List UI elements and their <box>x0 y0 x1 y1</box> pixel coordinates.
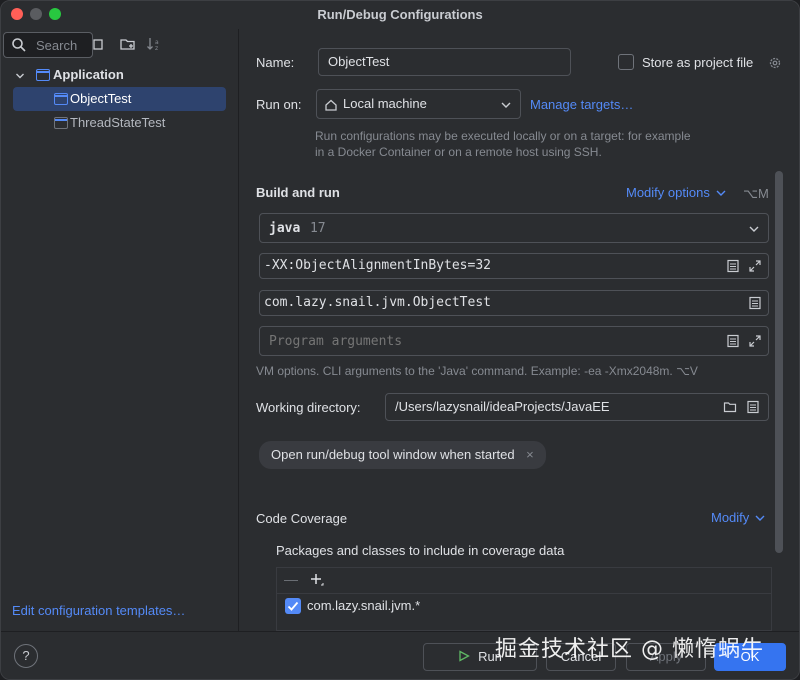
run-on-label: Run on: <box>256 97 302 112</box>
tool-window-chip-label: Open run/debug tool window when started <box>271 447 515 462</box>
help-button[interactable]: ? <box>14 644 38 668</box>
document-icon[interactable] <box>726 334 740 348</box>
coverage-modify-label: Modify <box>711 510 750 525</box>
sidebar-toolbar: az <box>93 34 163 54</box>
form-scrollbar[interactable] <box>775 171 783 553</box>
window-title: Run/Debug Configurations <box>317 7 483 22</box>
jdk-dropdown[interactable]: java 17 <box>259 213 769 243</box>
store-as-project-label: Store as project file <box>642 55 754 70</box>
manage-targets-link[interactable]: Manage targets… <box>530 97 633 112</box>
chevron-down-icon <box>501 102 511 108</box>
main-class-input[interactable]: com.lazy.snail.jvm.ObjectTest <box>259 290 769 316</box>
copy-configuration-icon[interactable] <box>93 35 111 53</box>
working-directory-label: Working directory: <box>256 400 361 415</box>
tree-item-threadstatetest[interactable]: ThreadStateTest <box>1 111 238 135</box>
document-icon[interactable] <box>726 259 740 273</box>
modify-options-shortcut: ⌥M <box>743 186 769 201</box>
coverage-table: — com.lazy.snail.jvm.* <box>276 567 772 631</box>
name-input[interactable]: ObjectTest <box>318 48 571 76</box>
tree-item-objecttest[interactable]: ObjectTest <box>13 87 226 111</box>
modify-options-link[interactable]: Modify options <box>626 185 726 200</box>
sort-icon[interactable]: az <box>145 35 163 53</box>
tool-window-chip[interactable]: Open run/debug tool window when started … <box>259 441 546 469</box>
jdk-version: 17 <box>309 221 326 236</box>
run-on-value: Local machine <box>343 96 427 111</box>
remove-icon[interactable]: — <box>284 571 298 587</box>
coverage-modify-link[interactable]: Modify <box>711 510 765 525</box>
configuration-tree: Application ObjectTest ThreadStateTest <box>1 63 238 135</box>
coverage-entry-label: com.lazy.snail.jvm.* <box>307 598 421 613</box>
tree-item-label: ObjectTest <box>70 91 132 106</box>
code-coverage-title: Code Coverage <box>256 511 348 526</box>
application-config-icon <box>54 93 68 105</box>
edit-templates-link[interactable]: Edit configuration templates… <box>12 603 185 618</box>
application-config-icon <box>54 117 68 129</box>
build-run-title: Build and run <box>256 185 340 200</box>
configurations-sidebar: az Application ObjectTest ThreadStateTes… <box>1 29 239 631</box>
name-label: Name: <box>256 55 295 70</box>
tree-group-application[interactable]: Application <box>1 63 238 87</box>
vm-options-hint: VM options. CLI arguments to the 'Java' … <box>256 364 698 378</box>
title-bar: Run/Debug Configurations <box>1 1 799 29</box>
run-debug-dialog: Run/Debug Configurations az <box>0 0 800 680</box>
run-on-hint: Run configurations may be executed local… <box>315 129 691 159</box>
working-directory-input[interactable]: /Users/lazysnail/ideaProjects/JavaEE <box>385 393 769 421</box>
vm-options-input[interactable]: -XX:ObjectAlignmentInBytes=32 <box>259 253 769 279</box>
watermark: 掘金技术社区 @ 懒惰蜗牛 <box>495 637 764 662</box>
svg-text:z: z <box>155 45 158 52</box>
tree-group-label: Application <box>53 67 124 82</box>
tree-item-label: ThreadStateTest <box>70 115 166 130</box>
folder-icon[interactable] <box>723 400 737 414</box>
modify-options-label: Modify options <box>626 185 710 200</box>
search-icon <box>12 38 26 52</box>
document-icon[interactable] <box>748 296 762 310</box>
run-on-dropdown[interactable]: Local machine <box>316 89 521 119</box>
gear-icon[interactable] <box>768 56 782 70</box>
checkmark-icon <box>287 601 299 611</box>
program-arguments-field[interactable] <box>259 326 769 356</box>
expand-icon[interactable] <box>748 334 762 348</box>
program-arguments-input[interactable] <box>269 332 709 350</box>
search-box[interactable] <box>3 32 93 58</box>
coverage-table-toolbar: — <box>277 568 771 594</box>
chevron-down-icon[interactable] <box>15 71 25 81</box>
play-icon <box>459 650 470 662</box>
document-icon[interactable] <box>746 400 760 414</box>
search-input[interactable] <box>36 36 90 54</box>
chevron-down-icon <box>749 226 759 232</box>
coverage-entry[interactable]: com.lazy.snail.jvm.* <box>277 594 771 620</box>
expand-icon[interactable] <box>748 259 762 273</box>
add-icon[interactable] <box>309 572 325 588</box>
application-config-icon <box>36 69 50 81</box>
chevron-down-icon <box>755 515 765 521</box>
home-icon <box>325 99 337 111</box>
jdk-name: java <box>269 221 301 236</box>
coverage-entry-checkbox[interactable] <box>285 598 301 614</box>
new-folder-icon[interactable] <box>119 35 137 53</box>
chevron-down-icon <box>716 190 726 196</box>
coverage-packages-label: Packages and classes to include in cover… <box>276 543 565 558</box>
close-icon[interactable]: × <box>526 447 534 462</box>
configuration-form: Name: ObjectTest Store as project file R… <box>240 29 799 631</box>
store-as-project-checkbox[interactable] <box>618 54 634 70</box>
